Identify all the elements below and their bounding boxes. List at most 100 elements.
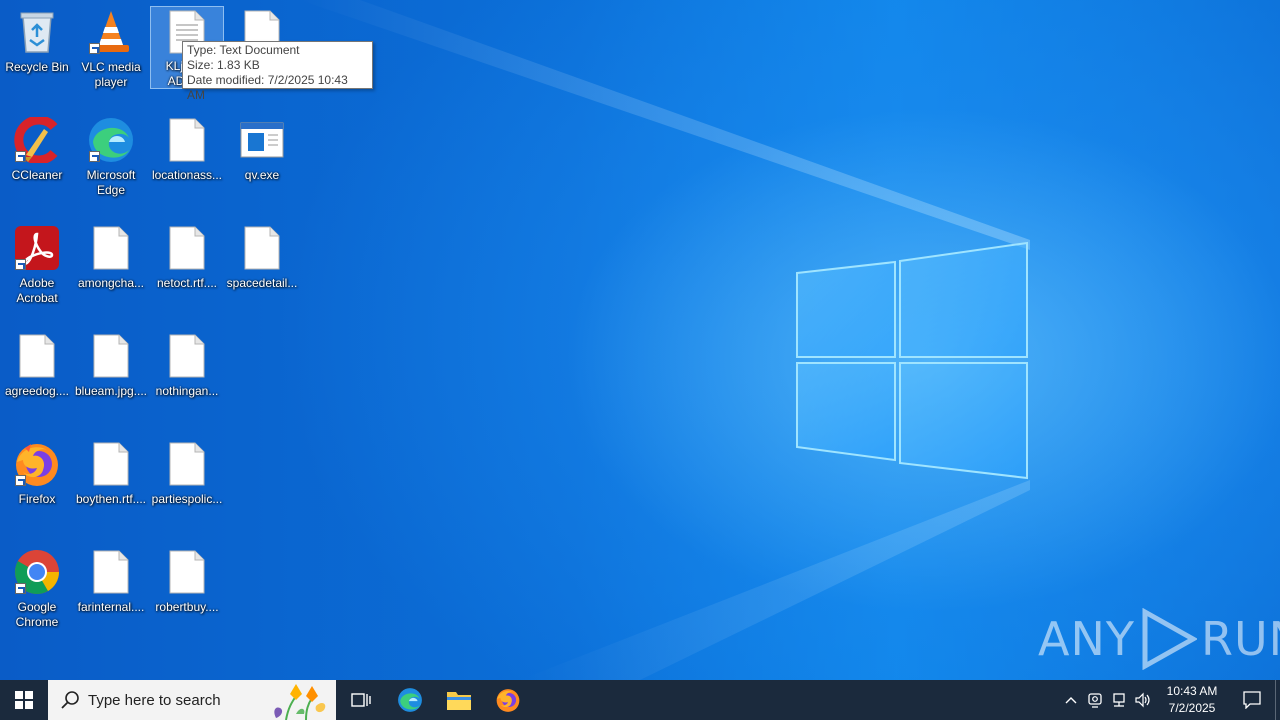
ccleaner-icon-tile[interactable]: CCleaner bbox=[0, 110, 74, 210]
recycle-bin-icon-tile[interactable]: Recycle Bin bbox=[0, 2, 74, 102]
clock-date: 7/2/2025 bbox=[1168, 701, 1216, 715]
icon-label: partiespolic... bbox=[151, 492, 223, 506]
adobe-acrobat-icon bbox=[13, 224, 61, 272]
icon-label: boythen.rtf.... bbox=[75, 492, 147, 506]
search-icon bbox=[61, 691, 79, 709]
acrobat-icon-tile[interactable]: Adobe Acrobat bbox=[0, 218, 74, 318]
icon-label: Recycle Bin bbox=[5, 60, 69, 74]
tray-network-button[interactable] bbox=[1107, 680, 1131, 720]
edge-icon bbox=[397, 688, 422, 712]
taskbar: Type here to search 10:43 AM 7/2/2025 bbox=[0, 680, 1280, 720]
taskbar-file-explorer-button[interactable] bbox=[434, 680, 483, 720]
document-icon bbox=[87, 224, 135, 272]
amongcha-file-tile[interactable]: amongcha... bbox=[74, 218, 148, 318]
edge-icon-tile[interactable]: Microsoft Edge bbox=[74, 110, 148, 210]
icon-label: locationass... bbox=[151, 168, 223, 182]
show-desktop-button[interactable] bbox=[1275, 680, 1280, 720]
icon-label: CCleaner bbox=[11, 168, 63, 182]
shortcut-arrow-icon bbox=[89, 151, 100, 162]
desktop[interactable]: Recycle Bin VLC media player KLjap ADM C… bbox=[0, 0, 1280, 680]
speaker-icon bbox=[1135, 692, 1150, 708]
system-tray: 10:43 AM 7/2/2025 bbox=[1059, 680, 1280, 720]
qv-exe-tile[interactable]: qv.exe bbox=[225, 110, 299, 210]
icon-label: nothingan... bbox=[155, 384, 219, 398]
tray-volume-button[interactable] bbox=[1131, 680, 1155, 720]
edge-icon bbox=[87, 116, 135, 164]
icon-label: spacedetail... bbox=[226, 276, 298, 290]
windows-start-icon bbox=[15, 691, 33, 709]
document-icon bbox=[163, 332, 211, 380]
search-highlight-flowers-icon bbox=[274, 684, 326, 720]
task-view-button[interactable] bbox=[336, 680, 385, 720]
anyrun-watermark: ANY RUN bbox=[1038, 606, 1280, 672]
vlc-cone-icon bbox=[87, 8, 135, 56]
document-icon bbox=[163, 116, 211, 164]
icon-label: qv.exe bbox=[244, 168, 280, 182]
tooltip-date: Date modified: 7/2/2025 10:43 AM bbox=[187, 73, 348, 102]
start-button[interactable] bbox=[0, 680, 48, 720]
chrome-icon bbox=[13, 548, 61, 596]
folder-icon bbox=[446, 692, 471, 710]
application-window-icon bbox=[238, 116, 286, 164]
document-icon bbox=[87, 440, 135, 488]
file-info-tooltip: Type: Text Document Size: 1.83 KB Date m… bbox=[182, 41, 373, 102]
icon-label: amongcha... bbox=[77, 276, 145, 290]
blueam-file-tile[interactable]: blueam.jpg.... bbox=[74, 326, 148, 426]
document-icon bbox=[163, 548, 211, 596]
icon-label: robertbuy.... bbox=[155, 600, 219, 614]
action-center-button[interactable] bbox=[1229, 680, 1275, 720]
vlc-icon-tile[interactable]: VLC media player bbox=[74, 2, 148, 102]
ccleaner-icon bbox=[13, 116, 61, 164]
icon-label: Microsoft Edge bbox=[86, 168, 136, 197]
watermark-text-run: RUN bbox=[1200, 612, 1280, 666]
farinternal-file-tile[interactable]: farinternal.... bbox=[74, 542, 148, 642]
shortcut-arrow-icon bbox=[15, 151, 26, 162]
taskbar-firefox-button[interactable] bbox=[483, 680, 532, 720]
icon-label: Firefox bbox=[18, 492, 56, 506]
spacedetail-file-tile[interactable]: spacedetail... bbox=[225, 218, 299, 318]
document-icon bbox=[163, 440, 211, 488]
firefox-icon-tile[interactable]: Firefox bbox=[0, 434, 74, 534]
show-hidden-icons-button[interactable] bbox=[1059, 680, 1083, 720]
tooltip-type: Type: Text Document bbox=[187, 43, 300, 57]
firefox-icon bbox=[496, 689, 519, 712]
recycle-bin-icon bbox=[13, 8, 61, 56]
task-view-icon bbox=[350, 693, 371, 707]
webcam-icon bbox=[1088, 693, 1102, 708]
tray-camera-button[interactable] bbox=[1083, 680, 1107, 720]
chevron-up-icon bbox=[1065, 697, 1077, 704]
tooltip-size: Size: 1.83 KB bbox=[187, 58, 260, 72]
icon-label: Adobe Acrobat bbox=[16, 276, 58, 305]
icon-label: Google Chrome bbox=[15, 600, 59, 629]
icon-label: blueam.jpg.... bbox=[74, 384, 148, 398]
chrome-icon-tile[interactable]: Google Chrome bbox=[0, 542, 74, 642]
robertbuy-file-tile[interactable]: robertbuy.... bbox=[150, 542, 224, 642]
document-icon bbox=[87, 332, 135, 380]
taskbar-clock[interactable]: 10:43 AM 7/2/2025 bbox=[1155, 683, 1229, 717]
document-icon bbox=[13, 332, 61, 380]
document-icon bbox=[238, 224, 286, 272]
document-icon bbox=[163, 224, 211, 272]
netoct-file-tile[interactable]: netoct.rtf.... bbox=[150, 218, 224, 318]
taskbar-edge-button[interactable] bbox=[385, 680, 434, 720]
shortcut-arrow-icon bbox=[15, 259, 26, 270]
play-triangle-icon bbox=[1142, 608, 1197, 670]
locationass-file-tile[interactable]: locationass... bbox=[150, 110, 224, 210]
icon-label: netoct.rtf.... bbox=[156, 276, 218, 290]
network-icon bbox=[1113, 693, 1125, 707]
agreedog-file-tile[interactable]: agreedog.... bbox=[0, 326, 74, 426]
shortcut-arrow-icon bbox=[89, 43, 100, 54]
firefox-icon bbox=[13, 440, 61, 488]
shortcut-arrow-icon bbox=[15, 475, 26, 486]
partiespolic-file-tile[interactable]: partiespolic... bbox=[150, 434, 224, 534]
taskbar-search-box[interactable]: Type here to search bbox=[48, 680, 336, 720]
icon-label: agreedog.... bbox=[4, 384, 70, 398]
document-icon bbox=[87, 548, 135, 596]
icon-label: VLC media player bbox=[81, 60, 141, 89]
nothingan-file-tile[interactable]: nothingan... bbox=[150, 326, 224, 426]
search-placeholder: Type here to search bbox=[88, 691, 221, 709]
shortcut-arrow-icon bbox=[15, 583, 26, 594]
watermark-text-any: ANY bbox=[1038, 612, 1135, 666]
boythen-file-tile[interactable]: boythen.rtf.... bbox=[74, 434, 148, 534]
clock-time: 10:43 AM bbox=[1166, 684, 1218, 698]
